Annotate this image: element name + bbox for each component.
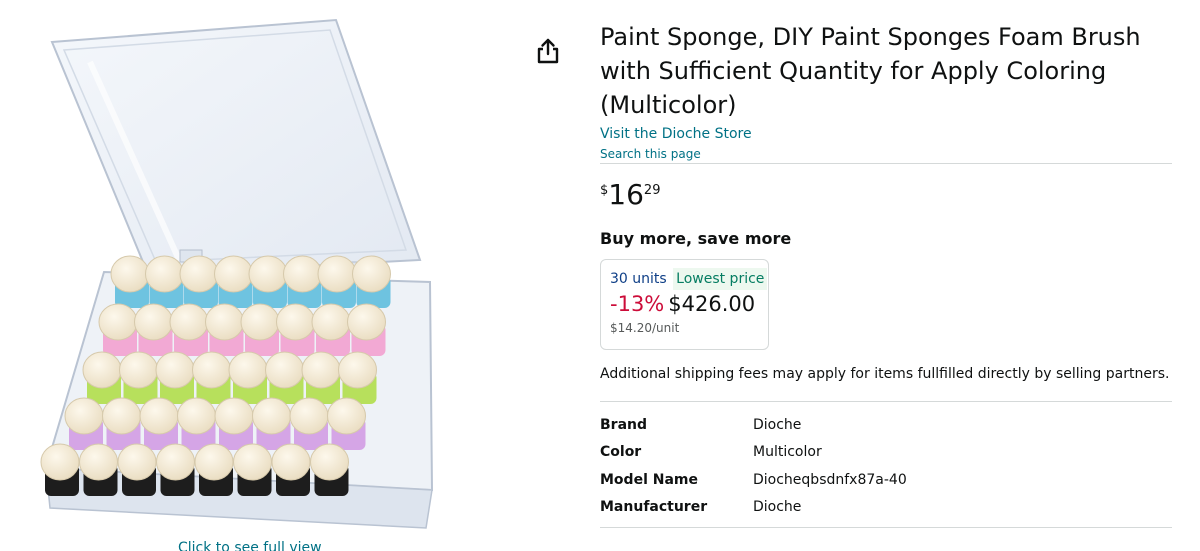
sponge-foam-tip — [79, 443, 118, 481]
image-block: Click to see full view — [0, 0, 520, 551]
price-symbol: $ — [600, 183, 609, 198]
sponge-foam-tip — [155, 351, 195, 389]
sponge-foam-tip — [179, 255, 219, 293]
quantity-tier-card[interactable]: 30 units Lowest price -13% $426.00 $14.20… — [600, 259, 769, 350]
sponge-foam-tip — [214, 255, 253, 293]
sponge-foam-tip — [145, 255, 184, 293]
sponge-foam-tip — [327, 397, 366, 435]
sponge-foam-tip — [98, 303, 138, 341]
sponge-foam-tip — [177, 397, 216, 435]
price: $ 16 29 — [600, 180, 1172, 214]
buy-more-heading: Buy more, save more — [600, 229, 792, 248]
sponge-foam-tip — [301, 351, 341, 389]
sponge-foam-tip — [192, 351, 231, 389]
sponge-foam-tip — [352, 255, 391, 293]
sponge-foam-tip — [283, 255, 322, 293]
spec-value: Multicolor — [753, 444, 822, 461]
sponge-foam-tip — [240, 303, 280, 341]
price-whole: 16 — [608, 178, 644, 211]
sponge-foam-tip — [169, 303, 209, 341]
spec-value: Diocheqbsdnfx87a-40 — [753, 471, 907, 488]
product-info: Paint Sponge, DIY Paint Sponges Foam Bru… — [600, 20, 1172, 528]
spec-key: Model Name — [600, 471, 698, 488]
spec-key: Color — [600, 444, 642, 461]
sponge-foam-tip — [228, 351, 268, 389]
image-caption[interactable]: Click to see full view — [178, 540, 322, 551]
tier-unit-price: $14.20/unit — [610, 321, 680, 335]
sponge-foam-tip — [117, 443, 157, 481]
sponge-foam-tip — [317, 255, 357, 293]
sponge-foam-tip — [347, 303, 386, 341]
sponge-foam-tip — [64, 397, 104, 435]
price-fraction: 29 — [643, 183, 661, 198]
spec-row: Brand Dioche — [600, 411, 1172, 439]
sponge-foam-tip — [205, 303, 244, 341]
sponge-foam-tip — [82, 351, 122, 389]
sponge-foam-tip — [156, 443, 195, 481]
product-specs-table: Brand Dioche Color Multicolor Model Name… — [600, 411, 1172, 521]
store-link[interactable]: Visit the Dioche Store — [600, 126, 752, 142]
sponge-foam-tip — [289, 397, 329, 435]
sponge-foam-tip — [248, 255, 288, 293]
product-title: Paint Sponge, DIY Paint Sponges Foam Bru… — [600, 23, 1141, 119]
spec-key: Manufacturer — [600, 499, 708, 516]
sponge-grid — [40, 255, 391, 496]
sponge-foam-tip — [311, 303, 351, 341]
sponge-foam-tip — [338, 351, 377, 389]
share-icon[interactable] — [536, 38, 560, 64]
sponge-foam-tip — [214, 397, 254, 435]
shipping-note: Additional shipping fees may apply for i… — [600, 366, 1170, 382]
divider — [600, 527, 1172, 528]
sponge-foam-tip — [40, 443, 80, 481]
divider — [600, 163, 1172, 164]
product-image[interactable] — [30, 12, 470, 537]
spec-row: Manufacturer Dioche — [600, 494, 1172, 522]
sponge-foam-tip — [110, 255, 150, 293]
tier-discount: -13% — [610, 292, 665, 316]
sponge-foam-tip — [233, 443, 272, 481]
sponge-foam-tip — [102, 397, 141, 435]
spec-row: Model Name Diocheqbsdnfx87a-40 — [600, 466, 1172, 494]
sponge-foam-tip — [265, 351, 304, 389]
spec-value: Dioche — [753, 499, 802, 516]
search-page-link[interactable]: Search this page — [600, 147, 1172, 161]
lowest-price-badge: Lowest price — [673, 268, 768, 290]
sponge-foam-tip — [271, 443, 311, 481]
sponge-foam-tip — [134, 303, 173, 341]
sponge-foam-tip — [194, 443, 234, 481]
sponge-foam-tip — [276, 303, 315, 341]
sponge-foam-tip — [139, 397, 179, 435]
tier-price: $426.00 — [668, 292, 756, 316]
sponge-foam-tip — [119, 351, 158, 389]
spec-key: Brand — [600, 416, 648, 433]
spec-value: Dioche — [753, 416, 802, 433]
sponge-foam-tip — [252, 397, 291, 435]
spec-row: Color Multicolor — [600, 439, 1172, 467]
sponge-foam-tip — [310, 443, 349, 481]
tier-units: 30 units — [610, 271, 667, 287]
divider — [600, 401, 1172, 402]
